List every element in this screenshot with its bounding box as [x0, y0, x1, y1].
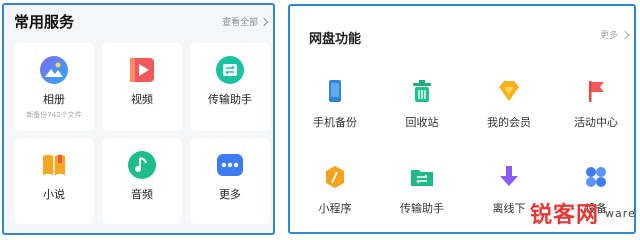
common-services-title: 常用服务: [14, 13, 75, 31]
view-all-label: 查看全部: [221, 18, 258, 28]
recycle-bin-icon: [413, 80, 431, 102]
func-recycle-bin[interactable]: 回收站: [387, 78, 457, 130]
func-label: 传输助手: [400, 202, 444, 215]
func-label: 我的会员: [487, 116, 531, 129]
func-label: 活动中心: [574, 116, 618, 129]
netdisk-functions-title: 网盘功能: [309, 32, 362, 47]
service-label: 小说: [43, 188, 65, 201]
service-more[interactable]: 更多: [190, 138, 270, 224]
func-label: 回收站: [405, 116, 439, 129]
func-label: 离线下: [492, 202, 526, 215]
service-label: 音频: [131, 188, 153, 201]
more-label: 更多: [599, 31, 618, 41]
service-label: 传输助手: [208, 93, 252, 106]
site-watermark: 锐客网 ware: [530, 198, 636, 228]
transfer-icon: [216, 56, 244, 84]
transfer-folder-icon: [411, 170, 433, 186]
device-icon: [586, 167, 606, 187]
func-membership[interactable]: 我的会员: [474, 78, 544, 130]
chevron-right-icon: [259, 17, 269, 26]
watermark-suffix: ware: [605, 206, 636, 220]
audio-icon: [128, 151, 156, 179]
common-services-panel: 常用服务 查看全部 相册 新备份742个文件 视频 传输助手 小说 音频 更多: [2, 3, 275, 235]
service-album[interactable]: 相册 新备份742个文件: [14, 43, 94, 131]
service-audio[interactable]: 音频: [102, 138, 182, 224]
view-all-link[interactable]: 查看全部: [221, 15, 269, 28]
func-label: 小程序: [318, 202, 352, 215]
func-transfer-assistant[interactable]: 传输助手: [387, 164, 457, 216]
album-backup-status: 新备份742个文件: [26, 111, 82, 119]
chevron-right-icon: [620, 30, 630, 39]
activity-flag-icon: [589, 81, 604, 102]
video-icon: [130, 58, 154, 82]
novel-icon: [43, 154, 65, 176]
watermark-text: 锐客网: [530, 203, 600, 228]
func-phone-backup[interactable]: 手机备份: [300, 78, 370, 130]
offline-download-icon: [500, 166, 518, 186]
service-transfer[interactable]: 传输助手: [190, 43, 270, 131]
service-novel[interactable]: 小说: [14, 138, 94, 224]
service-video[interactable]: 视频: [102, 43, 182, 131]
membership-icon: [499, 81, 519, 101]
func-label: 手机备份: [313, 116, 357, 129]
service-label: 更多: [219, 188, 241, 201]
album-icon: [40, 56, 68, 84]
phone-backup-icon: [329, 80, 341, 102]
more-dots-icon: [217, 154, 243, 176]
more-link[interactable]: 更多: [599, 28, 630, 41]
func-activity-center[interactable]: 活动中心: [561, 78, 631, 130]
service-label: 视频: [131, 93, 153, 106]
mini-program-icon: [326, 166, 344, 188]
func-mini-program[interactable]: 小程序: [300, 164, 370, 216]
service-label: 相册: [43, 93, 65, 106]
